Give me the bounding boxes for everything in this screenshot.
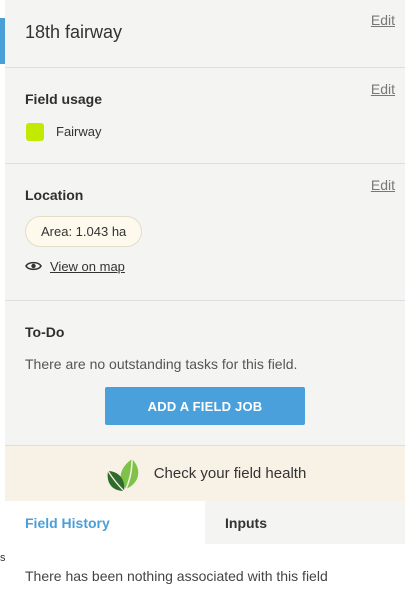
field-detail-panel: 18th fairway Edit Field usage Edit Fairw… [5,0,405,593]
field-name-section: 18th fairway Edit [5,0,405,68]
add-field-job-button[interactable]: ADD A FIELD JOB [105,387,305,425]
todo-section: To-Do There are no outstanding tasks for… [5,301,405,446]
todo-empty-message: There are no outstanding tasks for this … [25,356,298,372]
field-history-content: There has been nothing associated with t… [5,544,405,593]
field-health-banner[interactable]: Check your field health [5,446,405,501]
field-tabs: Field History Inputs [5,501,405,544]
leaf-icon [107,458,138,491]
tab-field-history[interactable]: Field History [5,501,205,544]
eye-icon [25,261,42,271]
view-on-map-link[interactable]: View on map [25,257,125,275]
area-badge: Area: 1.043 ha [25,216,143,247]
history-empty-message: There has been nothing associated with t… [25,568,328,584]
edit-field-usage-link[interactable]: Edit [371,81,395,97]
location-section: Location Edit Area: 1.043 ha View on map [5,164,405,301]
field-usage-title: Field usage [25,91,103,107]
field-usage-section: Field usage Edit Fairway [5,68,405,164]
todo-title: To-Do [25,324,65,340]
field-details-page: s 18th fairway Edit Field usage Edit Fai… [0,0,405,593]
view-on-map-label: View on map [50,258,125,274]
field-name: 18th fairway [25,22,123,42]
usage-value: Fairway [56,124,102,139]
field-health-label: Check your field health [153,465,307,482]
usage-color-swatch [26,123,44,141]
tab-inputs[interactable]: Inputs [205,501,405,544]
location-title: Location [25,187,84,203]
edit-field-name-link[interactable]: Edit [371,12,395,28]
edit-location-link[interactable]: Edit [371,177,395,193]
